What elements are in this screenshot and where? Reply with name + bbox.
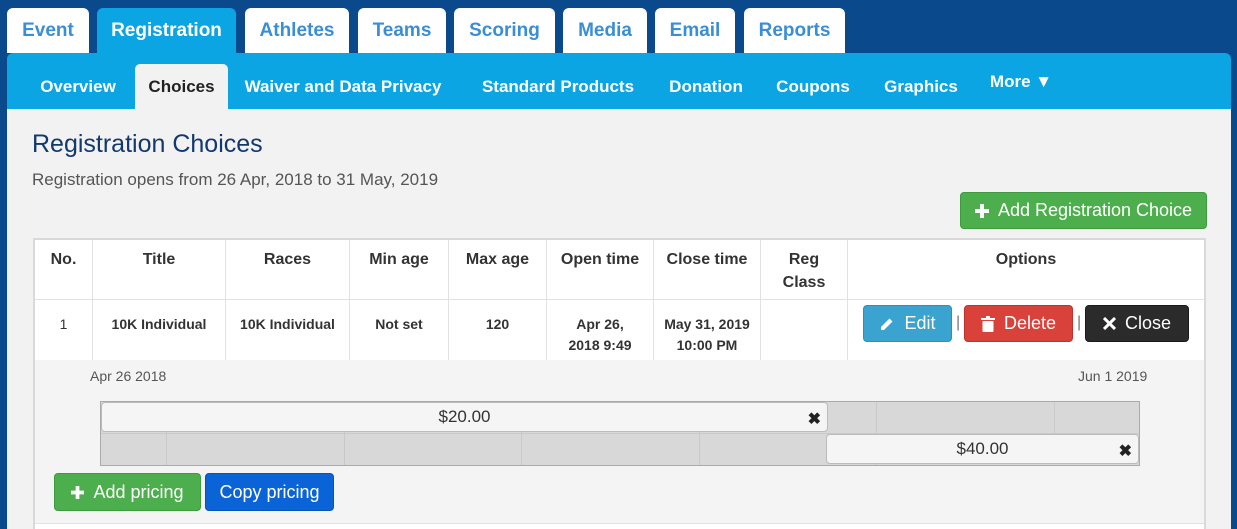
- pricing-end-date: Jun 1 2019: [1078, 368, 1148, 384]
- pencil-icon: [879, 316, 895, 332]
- row-divider: [35, 523, 1204, 524]
- choices-table: No. Title Races Min age Max age Open tim…: [33, 238, 1206, 529]
- add-registration-choice-label: Add Registration Choice: [997, 200, 1193, 220]
- cell-reg-class: [761, 300, 848, 360]
- tab-email[interactable]: Email: [655, 8, 735, 53]
- cell-title: 10K Individual: [93, 300, 226, 360]
- tab-registration[interactable]: Registration: [97, 8, 236, 53]
- plus-icon: [71, 485, 85, 499]
- timeline-grid-cell: [1055, 402, 1139, 434]
- subtab-coupons[interactable]: Coupons: [765, 64, 861, 109]
- remove-icon[interactable]: ✖: [1119, 441, 1132, 461]
- options-separator: |: [956, 314, 961, 331]
- price-tier[interactable]: $40.00 ✖: [826, 434, 1139, 464]
- header-options: Options: [995, 251, 1057, 268]
- subtab-more-dropdown[interactable]: More ▼: [981, 59, 1061, 104]
- pricing-panel: Apr 26 2018 Jun 1 2019 $20.00 ✖ $40.00 ✖…: [35, 360, 1204, 523]
- tab-athletes[interactable]: Athletes: [245, 8, 349, 53]
- timeline-grid-cell: [522, 434, 700, 465]
- page-title: Registration Choices: [32, 130, 263, 158]
- delete-button[interactable]: Delete: [964, 305, 1073, 342]
- delete-label: Delete: [1003, 313, 1057, 333]
- edit-label: Edit: [904, 313, 936, 333]
- pricing-timeline: $20.00 ✖ $40.00 ✖: [100, 401, 1140, 466]
- edit-button[interactable]: Edit: [863, 305, 952, 342]
- header-no: No.: [35, 240, 93, 299]
- content-panel: Registration Choices Registration opens …: [7, 109, 1231, 529]
- timeline-grid-cell: [877, 402, 1055, 434]
- copy-pricing-button[interactable]: Copy pricing: [205, 473, 334, 511]
- plus-icon: [974, 203, 989, 218]
- price-tier[interactable]: $20.00 ✖: [101, 402, 828, 432]
- subtab-standard-products[interactable]: Standard Products: [466, 64, 650, 109]
- remove-icon[interactable]: ✖: [808, 409, 821, 429]
- options-separator: |: [1077, 314, 1082, 331]
- subtab-choices[interactable]: Choices: [135, 64, 228, 109]
- cell-races: 10K Individual: [226, 300, 350, 360]
- sub-nav: Overview Choices Waiver and Data Privacy…: [7, 53, 1231, 109]
- timeline-grid-cell: [101, 434, 167, 465]
- price-tier-amount: $20.00: [438, 407, 491, 426]
- close-icon: [1102, 317, 1116, 330]
- registration-window-text: Registration opens from 26 Apr, 2018 to …: [32, 170, 439, 189]
- cell-min-age: Not set: [350, 300, 449, 360]
- header-races: Races: [226, 240, 350, 299]
- header-max-age: Max age: [449, 240, 547, 299]
- header-min-age: Min age: [350, 240, 449, 299]
- subtab-waiver[interactable]: Waiver and Data Privacy: [233, 64, 453, 109]
- timeline-grid-cell: [345, 434, 522, 465]
- tab-media[interactable]: Media: [563, 8, 647, 53]
- cell-open-time: Apr 26, 2018 9:49 AM: [547, 300, 654, 374]
- close-label: Close: [1124, 313, 1172, 333]
- subtab-graphics[interactable]: Graphics: [873, 64, 969, 109]
- subtab-overview[interactable]: Overview: [25, 64, 131, 109]
- header-reg-class: Reg Class: [761, 240, 848, 299]
- trash-icon: [980, 315, 995, 332]
- copy-pricing-label: Copy pricing: [219, 481, 320, 502]
- add-pricing-label: Add pricing: [93, 481, 184, 502]
- add-registration-choice-button[interactable]: Add Registration Choice: [960, 192, 1207, 229]
- price-tier-amount: $40.00: [956, 439, 1009, 458]
- header-open-time: Open time: [547, 240, 654, 299]
- cell-max-age: 120: [449, 300, 547, 360]
- pricing-start-date: Apr 26 2018: [90, 368, 167, 384]
- cell-close-time: May 31, 2019 10:00 PM: [654, 300, 761, 360]
- tab-event[interactable]: Event: [7, 8, 89, 53]
- tab-teams[interactable]: Teams: [358, 8, 446, 53]
- add-pricing-button[interactable]: Add pricing: [54, 473, 201, 511]
- top-nav: Event Registration Athletes Teams Scorin…: [0, 0, 1237, 53]
- subtab-donation[interactable]: Donation: [659, 64, 753, 109]
- cell-no: 1: [35, 300, 93, 360]
- close-button[interactable]: Close: [1085, 305, 1189, 342]
- header-title: Title: [93, 240, 226, 299]
- tab-scoring[interactable]: Scoring: [454, 8, 555, 53]
- header-close-time: Close time: [654, 240, 761, 299]
- timeline-grid-cell: [167, 434, 345, 465]
- tab-reports[interactable]: Reports: [744, 8, 845, 53]
